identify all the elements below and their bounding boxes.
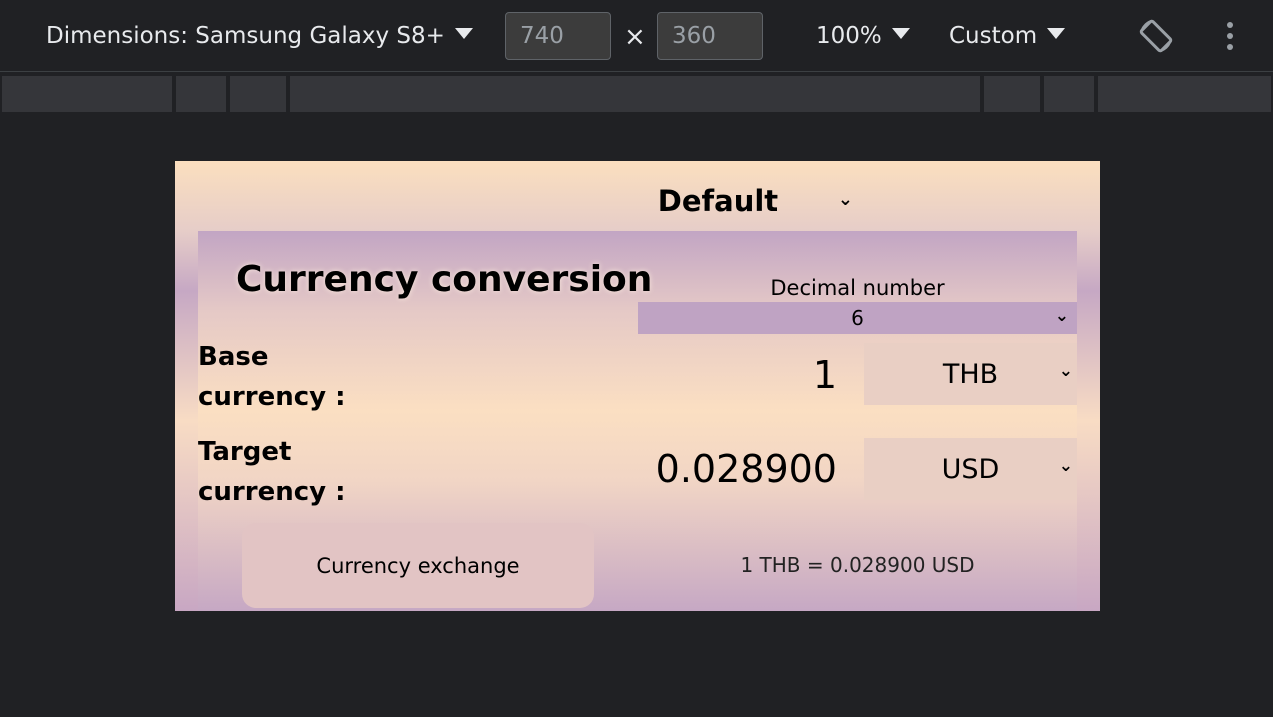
- zoom-dropdown[interactable]: 100%: [816, 0, 910, 72]
- chevron-down-icon: ⌄: [1058, 361, 1073, 381]
- converter-card: Currency conversion Decimal number 6 ⌄ B…: [198, 231, 1077, 611]
- ruler-segment[interactable]: [1098, 76, 1271, 112]
- target-label-line2: currency :: [198, 477, 346, 507]
- target-currency-label: Target currency :: [198, 432, 398, 512]
- chevron-down-icon: ⌄: [1058, 456, 1073, 476]
- ruler-segment[interactable]: [1044, 76, 1095, 112]
- device-viewport: Default ⌄ Currency conversion Decimal nu…: [175, 161, 1100, 611]
- target-label-line1: Target: [198, 437, 292, 467]
- zoom-label: 100%: [816, 23, 882, 49]
- ruler-segment[interactable]: [289, 76, 981, 112]
- decimal-select[interactable]: 6 ⌄: [638, 302, 1077, 334]
- base-label-line1: Base: [198, 342, 269, 372]
- base-label-line2: currency :: [198, 382, 346, 412]
- caret-down-icon: [1047, 27, 1066, 39]
- chevron-down-icon: ⌄: [1054, 306, 1069, 326]
- base-amount-input[interactable]: 1: [537, 353, 837, 397]
- target-currency-value: USD: [941, 453, 1000, 485]
- ruler-segment[interactable]: [175, 76, 226, 112]
- device-toolbar: Dimensions: Samsung Galaxy S8+ 740 × 360…: [0, 0, 1273, 72]
- ruler-segment[interactable]: [229, 76, 286, 112]
- throttle-label: Custom: [949, 23, 1038, 49]
- theme-select[interactable]: Default ⌄: [573, 181, 863, 221]
- target-currency-select[interactable]: USD ⌄: [864, 438, 1077, 500]
- width-input[interactable]: 740: [505, 12, 611, 60]
- target-amount-output: 0.028900: [655, 447, 837, 491]
- rotate-button[interactable]: [1136, 0, 1180, 72]
- currency-exchange-button[interactable]: Currency exchange: [242, 523, 594, 608]
- ruler-segment[interactable]: [984, 76, 1041, 112]
- base-currency-value: THB: [942, 358, 999, 390]
- ruler-segment[interactable]: [2, 76, 172, 112]
- media-query-ruler: [0, 76, 1273, 112]
- dimensions-label: Dimensions: Samsung Galaxy S8+: [46, 23, 445, 49]
- rotate-icon: [1139, 19, 1173, 53]
- conversion-result: 1 THB = 0.028900 USD: [740, 553, 975, 577]
- dimensions-dropdown[interactable]: Dimensions: Samsung Galaxy S8+: [46, 0, 473, 72]
- throttle-dropdown[interactable]: Custom: [949, 0, 1066, 72]
- page-title: Currency conversion: [236, 259, 653, 300]
- height-input[interactable]: 360: [657, 12, 763, 60]
- more-options-button[interactable]: [1220, 0, 1240, 72]
- caret-down-icon: [891, 27, 910, 39]
- more-vert-icon: [1227, 22, 1233, 50]
- chevron-down-icon: ⌄: [837, 189, 853, 210]
- decimal-label: Decimal number: [770, 276, 945, 300]
- times-icon: ×: [624, 22, 646, 52]
- base-currency-label: Base currency :: [198, 337, 398, 417]
- decimal-value: 6: [851, 306, 864, 330]
- base-currency-select[interactable]: THB ⌄: [864, 343, 1077, 405]
- theme-value: Default: [657, 184, 779, 218]
- caret-down-icon: [454, 27, 473, 39]
